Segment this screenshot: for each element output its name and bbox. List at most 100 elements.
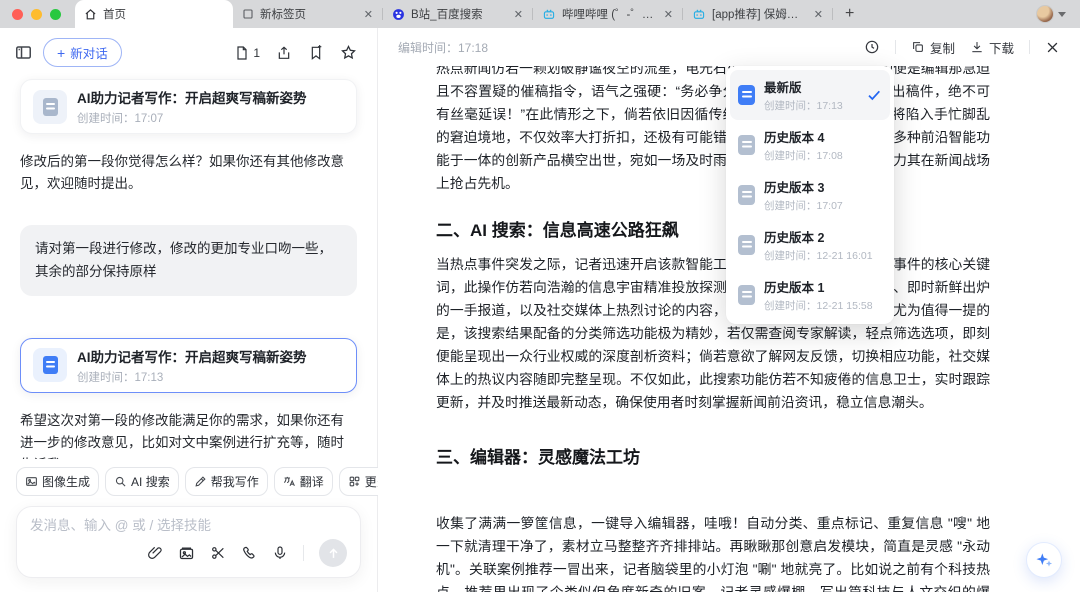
doc-paragraph-2: 当热点事件突发之际，记者迅速开启该款智能工具的搜索功能，输入人物或事件的核心关键…: [436, 253, 990, 414]
document-icon: [738, 285, 755, 305]
version-history-icon[interactable]: [864, 39, 880, 55]
doc-paragraph-1: 热点新闻仿若一颗划破静谧夜空的流星，电光石火间稍纵即逝，随之而来的便是编辑那急迫…: [436, 66, 990, 195]
chat-scroll-area[interactable]: AI助力记者写作：开启超爽写稿新姿势 创建时间：17:07 修改后的第一段你觉得…: [0, 71, 377, 459]
search-icon: [114, 475, 127, 488]
chevron-down-icon: [1058, 12, 1066, 17]
attachment-icon[interactable]: [147, 545, 163, 561]
tab-bilibili[interactable]: 哔哩哔哩 (゜-゜)つロ ✕: [533, 0, 683, 28]
version-item-3[interactable]: 历史版本 3 创建时间：17:07: [730, 170, 890, 220]
composer-area: 图像生成 AI 搜索 帮我写作 翻译: [0, 459, 377, 592]
browser-profile[interactable]: [1036, 0, 1080, 28]
document-icon: [43, 356, 58, 374]
home-icon: [84, 8, 97, 21]
document-icon: [738, 235, 755, 255]
image-upload-icon[interactable]: [178, 545, 195, 562]
phone-call-icon[interactable]: [241, 545, 257, 561]
skill-pills: 图像生成 AI 搜索 帮我写作 翻译: [16, 467, 361, 496]
sidebar-toggle-icon[interactable]: [14, 43, 33, 62]
translate-icon: [283, 475, 296, 488]
document-header: 编辑时间：17:18 复制 下载: [378, 28, 1080, 66]
doc-heading-3: 三、编辑器：灵感魔法工坊: [436, 443, 990, 468]
document-card-title: AI助力记者写作：开启超爽写稿新姿势: [77, 346, 307, 366]
bilibili-icon: [692, 8, 706, 21]
document-card-time: 创建时间：17:13: [77, 369, 307, 385]
check-icon: [866, 87, 882, 103]
message-input[interactable]: [30, 518, 347, 533]
tab-new-tab-page[interactable]: 新标签页 ✕: [233, 0, 383, 28]
pen-icon: [194, 475, 207, 488]
user-message: 请对第一段进行修改，修改的更加专业口吻一些，其余的部分保持原样: [20, 225, 357, 296]
version-item-4[interactable]: 历史版本 4 创建时间：17:08: [730, 120, 890, 170]
tab-bilibili-baidu-search[interactable]: B站_百度搜索 ✕: [383, 0, 533, 28]
skill-label: 翻译: [300, 473, 324, 490]
tab-label: B站_百度搜索: [411, 6, 507, 22]
version-name: 历史版本 1: [764, 277, 873, 296]
minimize-window-button[interactable]: [31, 9, 42, 20]
document-icon: [234, 45, 250, 61]
divider: [1029, 40, 1030, 54]
tab-home[interactable]: 首页: [75, 0, 233, 28]
version-item-latest[interactable]: 最新版 创建时间：17:13: [730, 70, 890, 120]
new-tab-button[interactable]: +: [833, 0, 866, 28]
skill-label: 图像生成: [42, 473, 90, 490]
tabbar-spacer: [866, 0, 1036, 28]
window-controls: [0, 0, 75, 28]
divider: [303, 545, 304, 561]
bookmark-add-icon[interactable]: [308, 45, 324, 61]
tab-close-icon[interactable]: ✕: [813, 8, 824, 21]
skill-help-me-write[interactable]: 帮我写作: [185, 467, 268, 496]
skill-image-generation[interactable]: 图像生成: [16, 467, 99, 496]
ai-assistant-floating-button[interactable]: [1026, 542, 1062, 578]
download-icon: [970, 40, 984, 54]
version-time: 创建时间：12-21 16:01: [764, 248, 873, 263]
version-item-1[interactable]: 历史版本 1 创建时间：12-21 15:58: [730, 270, 890, 320]
bilibili-icon: [542, 8, 556, 21]
doc-heading-2: 二、AI 搜索：信息高速公路狂飙: [436, 216, 990, 241]
edit-time: 编辑时间：17:18: [398, 39, 488, 56]
tab-close-icon[interactable]: ✕: [663, 8, 674, 21]
document-card-v1[interactable]: AI助力记者写作：开启超爽写稿新姿势 创建时间：17:07: [20, 79, 357, 134]
copy-document-button[interactable]: 复制: [911, 38, 955, 57]
screenshot-scissors-icon[interactable]: [210, 545, 226, 561]
document-card-v2-selected[interactable]: AI助力记者写作：开启超爽写稿新姿势 创建时间：17:13: [20, 338, 357, 393]
tab-label: 哔哩哔哩 (゜-゜)つロ: [562, 6, 657, 22]
new-chat-button[interactable]: + 新对话: [43, 38, 122, 67]
artifact-counter[interactable]: 1: [234, 45, 260, 61]
send-button[interactable]: [319, 539, 347, 567]
tab-close-icon[interactable]: ✕: [513, 8, 524, 21]
page-icon: [242, 8, 254, 20]
tab-label: 首页: [103, 6, 224, 22]
close-document-icon[interactable]: [1045, 40, 1060, 55]
sidebar-header: + 新对话 1: [0, 28, 377, 71]
document-pane: 编辑时间：17:18 复制 下载: [378, 28, 1080, 592]
maximize-window-button[interactable]: [50, 9, 61, 20]
favorite-star-icon[interactable]: [340, 44, 357, 61]
skill-ai-search[interactable]: AI 搜索: [105, 467, 179, 496]
tab-app-recommend[interactable]: [app推荐] 保姆级英文 ✕: [683, 0, 833, 28]
app-window: 首页 新标签页 ✕ B站_百度搜索 ✕ 哔哩哔哩 (゜-゜)つロ ✕: [0, 0, 1080, 592]
share-icon[interactable]: [276, 45, 292, 61]
sparkle-icon: [1034, 550, 1054, 570]
skill-translate[interactable]: 翻译: [274, 467, 333, 496]
microphone-icon[interactable]: [272, 545, 288, 561]
close-window-button[interactable]: [12, 9, 23, 20]
document-icon: [738, 135, 755, 155]
plus-icon: +: [845, 5, 854, 23]
document-icon: [738, 85, 755, 105]
version-time: 创建时间：17:08: [764, 148, 843, 163]
version-item-2[interactable]: 历史版本 2 创建时间：12-21 16:01: [730, 220, 890, 270]
version-name: 历史版本 4: [764, 127, 843, 146]
image-icon: [25, 475, 38, 488]
assistant-message: 希望这次对第一段的修改能满足你的需求，如果你还有进一步的修改意见，比如对文中案例…: [20, 410, 357, 459]
download-document-button[interactable]: 下载: [970, 38, 1014, 57]
version-time: 创建时间：12-21 15:58: [764, 298, 873, 313]
tab-close-icon[interactable]: ✕: [363, 8, 374, 21]
assistant-message: 修改后的第一段你觉得怎么样？如果你还有其他修改意见，欢迎随时提出。: [20, 151, 357, 195]
document-card-time: 创建时间：17:07: [77, 110, 307, 126]
divider: [895, 40, 896, 54]
document-card-title: AI助力记者写作：开启超爽写稿新姿势: [77, 87, 307, 107]
version-name: 最新版: [764, 77, 843, 96]
tab-label: 新标签页: [260, 6, 357, 22]
message-input-box[interactable]: [16, 506, 361, 578]
grid-icon: [348, 475, 361, 488]
